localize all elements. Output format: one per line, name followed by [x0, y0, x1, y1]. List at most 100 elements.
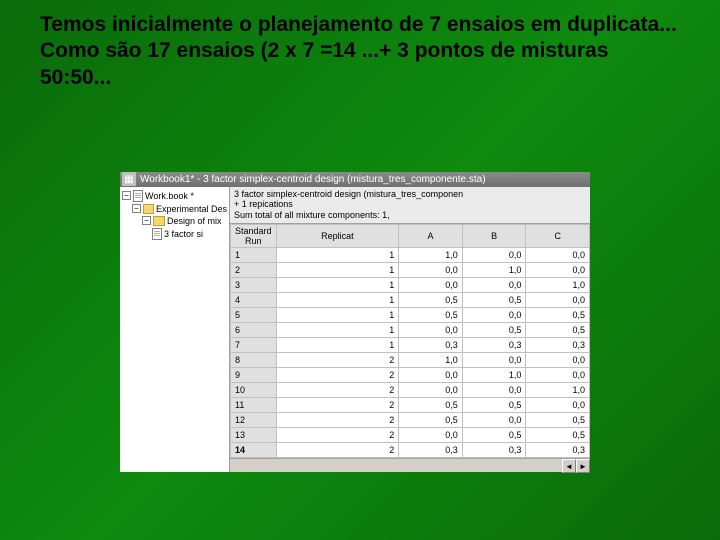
cell-b[interactable]: 1,0 — [462, 263, 526, 278]
cell-b[interactable]: 0,0 — [462, 413, 526, 428]
row-number[interactable]: 8 — [231, 353, 277, 368]
tree-item-sheet[interactable]: 3 factor si — [122, 227, 227, 241]
cell-a[interactable]: 0,5 — [399, 413, 463, 428]
cell-replicate[interactable]: 2 — [276, 383, 399, 398]
row-number[interactable]: 11 — [231, 398, 277, 413]
cell-replicate[interactable]: 1 — [276, 278, 399, 293]
cell-a[interactable]: 0,0 — [399, 263, 463, 278]
cell-a[interactable]: 0,5 — [399, 308, 463, 323]
scroll-right-icon[interactable]: ► — [576, 459, 590, 473]
cell-c[interactable]: 0,5 — [526, 428, 590, 443]
collapse-icon[interactable]: − — [122, 191, 131, 200]
cell-a[interactable]: 0,5 — [399, 398, 463, 413]
cell-c[interactable]: 0,0 — [526, 368, 590, 383]
table-row[interactable]: 410,50,50,0 — [231, 293, 590, 308]
cell-a[interactable]: 0,3 — [399, 338, 463, 353]
cell-b[interactable]: 0,0 — [462, 248, 526, 263]
cell-a[interactable]: 0,5 — [399, 293, 463, 308]
cell-a[interactable]: 0,0 — [399, 383, 463, 398]
cell-b[interactable]: 0,3 — [462, 443, 526, 458]
col-c[interactable]: C — [526, 225, 590, 248]
titlebar[interactable]: ▦ Workbook1* - 3 factor simplex-centroid… — [120, 172, 590, 187]
cell-b[interactable]: 0,0 — [462, 308, 526, 323]
cell-replicate[interactable]: 2 — [276, 368, 399, 383]
cell-b[interactable]: 0,5 — [462, 323, 526, 338]
cell-replicate[interactable]: 2 — [276, 443, 399, 458]
table-row[interactable]: 610,00,50,5 — [231, 323, 590, 338]
data-grid[interactable]: Standard Run Replicat A B C 111,00,00,02… — [230, 224, 590, 458]
cell-a[interactable]: 0,0 — [399, 323, 463, 338]
table-row[interactable]: 210,01,00,0 — [231, 263, 590, 278]
cell-b[interactable]: 0,5 — [462, 293, 526, 308]
row-number[interactable]: 1 — [231, 248, 277, 263]
cell-replicate[interactable]: 1 — [276, 338, 399, 353]
cell-c[interactable]: 0,5 — [526, 308, 590, 323]
cell-replicate[interactable]: 1 — [276, 308, 399, 323]
cell-replicate[interactable]: 1 — [276, 263, 399, 278]
cell-c[interactable]: 0,3 — [526, 443, 590, 458]
cell-a[interactable]: 1,0 — [399, 353, 463, 368]
row-number[interactable]: 3 — [231, 278, 277, 293]
cell-b[interactable]: 0,3 — [462, 338, 526, 353]
data-table[interactable]: Standard Run Replicat A B C 111,00,00,02… — [230, 224, 590, 458]
cell-c[interactable]: 0,0 — [526, 353, 590, 368]
table-row[interactable]: 1120,50,50,0 — [231, 398, 590, 413]
tree-item-root[interactable]: − Work.book * — [122, 189, 227, 203]
scroll-left-icon[interactable]: ◄ — [562, 459, 576, 473]
row-number[interactable]: 12 — [231, 413, 277, 428]
table-row[interactable]: 710,30,30,3 — [231, 338, 590, 353]
cell-replicate[interactable]: 2 — [276, 398, 399, 413]
cell-a[interactable]: 0,0 — [399, 428, 463, 443]
col-b[interactable]: B — [462, 225, 526, 248]
cell-b[interactable]: 1,0 — [462, 368, 526, 383]
table-row[interactable]: 111,00,00,0 — [231, 248, 590, 263]
cell-c[interactable]: 1,0 — [526, 278, 590, 293]
row-number[interactable]: 2 — [231, 263, 277, 278]
col-stdrun[interactable]: Standard Run — [231, 225, 277, 248]
cell-a[interactable]: 1,0 — [399, 248, 463, 263]
cell-c[interactable]: 0,5 — [526, 413, 590, 428]
cell-b[interactable]: 0,0 — [462, 278, 526, 293]
table-row[interactable]: 1420,30,30,3 — [231, 443, 590, 458]
cell-b[interactable]: 0,5 — [462, 398, 526, 413]
row-number[interactable]: 10 — [231, 383, 277, 398]
cell-c[interactable]: 0,0 — [526, 263, 590, 278]
cell-replicate[interactable]: 2 — [276, 428, 399, 443]
cell-a[interactable]: 0,3 — [399, 443, 463, 458]
col-a[interactable]: A — [399, 225, 463, 248]
row-number[interactable]: 9 — [231, 368, 277, 383]
row-number[interactable]: 4 — [231, 293, 277, 308]
table-row[interactable]: 310,00,01,0 — [231, 278, 590, 293]
tree-item-design[interactable]: − Design of mix — [122, 215, 227, 227]
cell-c[interactable]: 1,0 — [526, 383, 590, 398]
row-number[interactable]: 14 — [231, 443, 277, 458]
table-row[interactable]: 1320,00,50,5 — [231, 428, 590, 443]
row-number[interactable]: 7 — [231, 338, 277, 353]
cell-replicate[interactable]: 1 — [276, 293, 399, 308]
collapse-icon[interactable]: − — [132, 204, 141, 213]
cell-replicate[interactable]: 1 — [276, 248, 399, 263]
table-row[interactable]: 821,00,00,0 — [231, 353, 590, 368]
row-number[interactable]: 5 — [231, 308, 277, 323]
cell-replicate[interactable]: 2 — [276, 413, 399, 428]
cell-c[interactable]: 0,0 — [526, 293, 590, 308]
table-row[interactable]: 1220,50,00,5 — [231, 413, 590, 428]
cell-a[interactable]: 0,0 — [399, 278, 463, 293]
cell-b[interactable]: 0,0 — [462, 383, 526, 398]
collapse-icon[interactable]: − — [142, 216, 151, 225]
cell-c[interactable]: 0,3 — [526, 338, 590, 353]
horizontal-scrollbar[interactable]: ◄ ► — [230, 458, 590, 472]
table-row[interactable]: 510,50,00,5 — [231, 308, 590, 323]
cell-b[interactable]: 0,5 — [462, 428, 526, 443]
table-row[interactable]: 920,01,00,0 — [231, 368, 590, 383]
row-number[interactable]: 6 — [231, 323, 277, 338]
cell-c[interactable]: 0,0 — [526, 398, 590, 413]
col-replicate[interactable]: Replicat — [276, 225, 399, 248]
cell-b[interactable]: 0,0 — [462, 353, 526, 368]
cell-a[interactable]: 0,0 — [399, 368, 463, 383]
cell-replicate[interactable]: 1 — [276, 323, 399, 338]
row-number[interactable]: 13 — [231, 428, 277, 443]
cell-c[interactable]: 0,0 — [526, 248, 590, 263]
table-row[interactable]: 1020,00,01,0 — [231, 383, 590, 398]
cell-replicate[interactable]: 2 — [276, 353, 399, 368]
